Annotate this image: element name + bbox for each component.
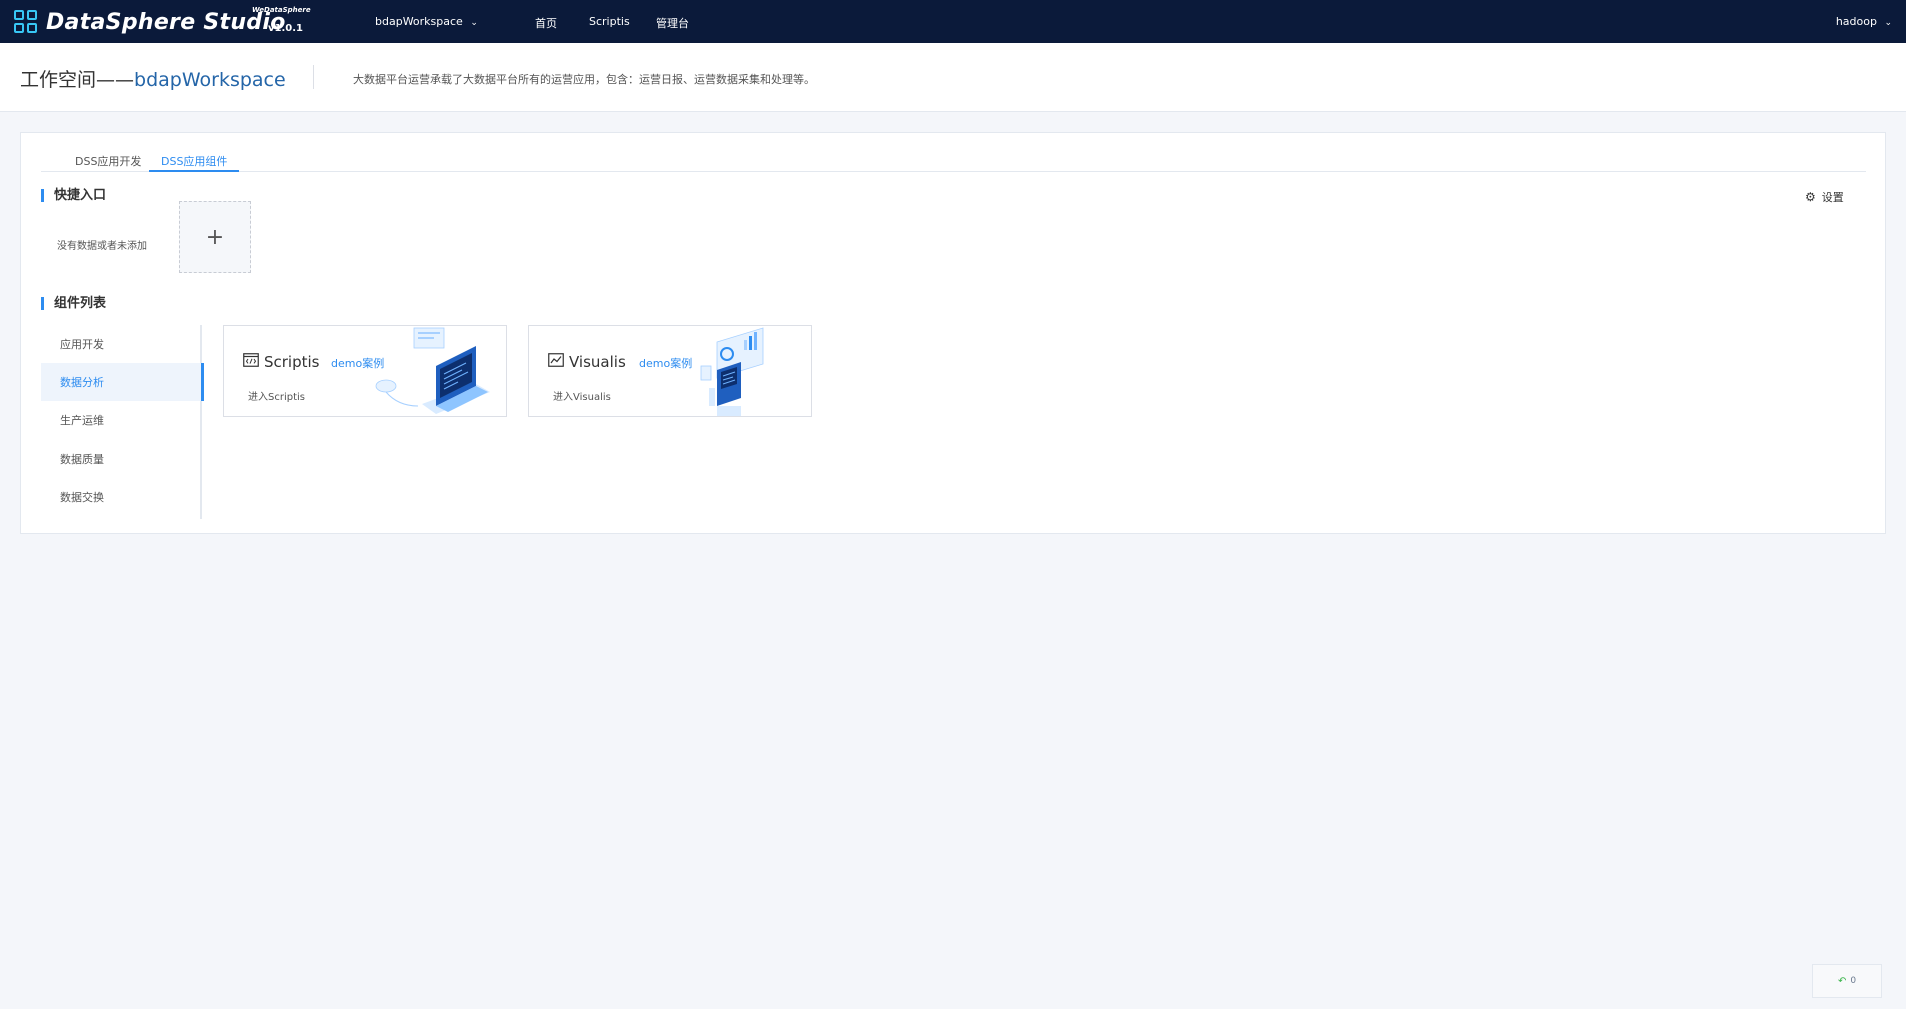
- nav-admin[interactable]: 管理台: [656, 15, 689, 31]
- laptop-illustration: [375, 327, 490, 414]
- title-divider: [313, 65, 314, 89]
- page-title-prefix: 工作空间——: [20, 69, 135, 91]
- quick-entry-title: 快捷入口: [41, 189, 106, 202]
- nav-scriptis[interactable]: Scriptis: [589, 15, 630, 28]
- username: hadoop: [1835, 15, 1877, 28]
- tab-dss-app-components[interactable]: DSS应用组件: [149, 148, 240, 172]
- user-menu[interactable]: hadoop ⌄: [1836, 15, 1892, 28]
- workspace-name: bdapWorkspace: [134, 69, 286, 91]
- brand-subtitle: WeDataSphere: [252, 6, 311, 14]
- workspace-description: 大数据平台运营承载了大数据平台所有的运营应用，包含：运营日报、运营数据采集和处理…: [353, 73, 815, 86]
- card-title: Scriptis: [264, 353, 320, 371]
- category-list: 应用开发 数据分析 生产运维 数据质量 数据交换: [41, 325, 204, 519]
- page-title: 工作空间——bdapWorkspace: [20, 65, 286, 92]
- settings-button[interactable]: ⚙ 设置: [1805, 189, 1844, 205]
- main-panel: DSS应用开发 DSS应用组件 快捷入口 ⚙ 设置 没有数据或者未添加 + 组件…: [20, 132, 1886, 534]
- component-card-visualis[interactable]: Visualis demo案例 进入Visualis: [528, 325, 812, 417]
- brand-name: DataSphere Studio: [46, 9, 286, 35]
- card-title: Visualis: [569, 353, 626, 371]
- tab-dss-app-dev[interactable]: DSS应用开发: [75, 148, 141, 172]
- component-list-title: 组件列表: [41, 297, 106, 310]
- category-production-ops[interactable]: 生产运维: [41, 401, 202, 439]
- chart-icon: [548, 353, 564, 367]
- chevron-down-icon: ⌄: [1884, 18, 1892, 28]
- widget-value: 0: [1850, 976, 1857, 986]
- nav-home[interactable]: 首页: [535, 15, 557, 31]
- category-data-quality[interactable]: 数据质量: [41, 440, 202, 478]
- workspace-select-label: bdapWorkspace: [375, 15, 463, 28]
- logo-grid-icon: [14, 10, 38, 34]
- top-navbar: DataSphere Studio WeDataSphere v1.0.1 bd…: [0, 0, 1906, 43]
- plus-icon: +: [205, 224, 225, 250]
- category-data-exchange[interactable]: 数据交换: [41, 478, 202, 516]
- category-data-analysis[interactable]: 数据分析: [41, 363, 204, 401]
- tab-bar: DSS应用开发 DSS应用组件: [41, 148, 1866, 172]
- enter-link[interactable]: 进入Visualis: [553, 388, 611, 403]
- floating-status-widget[interactable]: ↶ 0: [1812, 964, 1882, 998]
- workspace-select[interactable]: bdapWorkspace ⌄: [375, 15, 478, 28]
- dashboard-illustration: [700, 327, 764, 416]
- gear-icon: ⚙: [1805, 190, 1816, 204]
- app-logo[interactable]: DataSphere Studio: [14, 8, 286, 36]
- add-quick-entry-button[interactable]: +: [179, 201, 251, 273]
- code-window-icon: [243, 353, 259, 367]
- category-app-dev[interactable]: 应用开发: [41, 325, 202, 363]
- component-card-scriptis[interactable]: Scriptis demo案例 进入Scriptis: [223, 325, 507, 417]
- chevron-down-icon: ⌄: [470, 18, 478, 28]
- enter-link[interactable]: 进入Scriptis: [248, 388, 305, 403]
- refresh-icon: ↶: [1837, 975, 1847, 987]
- version-label: v1.0.1: [268, 23, 303, 34]
- settings-label: 设置: [1821, 191, 1844, 204]
- empty-quick-entry-text: 没有数据或者未添加: [57, 241, 147, 252]
- workspace-header: 工作空间——bdapWorkspace 大数据平台运营承载了大数据平台所有的运营…: [0, 43, 1906, 112]
